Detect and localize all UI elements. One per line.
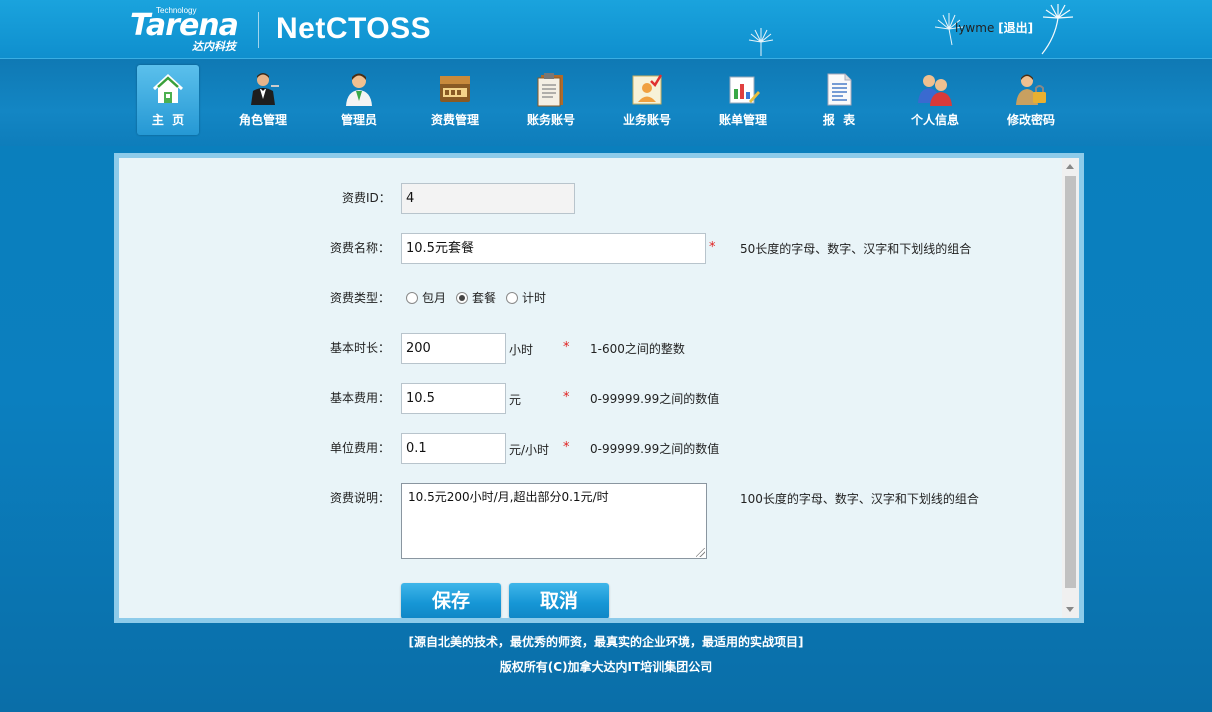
scroll-down-arrow-icon[interactable] bbox=[1066, 607, 1074, 612]
base-duration-label: 基本时长： bbox=[330, 341, 391, 355]
nav-item-reports[interactable]: 报 表 bbox=[808, 65, 870, 135]
home-icon bbox=[152, 73, 184, 103]
radio-package-label[interactable]: 套餐 bbox=[472, 289, 496, 306]
main-nav: 主 页 角色管理 管理员 资费管理 账务账号 业务账号 账单管理 报 表 个人信… bbox=[0, 58, 1212, 146]
unit-cost-input[interactable]: 0.1 bbox=[401, 433, 506, 464]
nav-item-label: 账务账号 bbox=[526, 113, 575, 127]
content-frame: 资费ID： 4 资费名称： 10.5元套餐 * 50长度的字母、数字、汉字和下划… bbox=[114, 153, 1084, 623]
account-book-icon bbox=[537, 73, 563, 107]
required-mark: * bbox=[563, 340, 570, 355]
bill-icon bbox=[729, 76, 760, 104]
radio-package[interactable] bbox=[456, 291, 469, 304]
fee-name-input[interactable]: 10.5元套餐 bbox=[401, 233, 706, 264]
nav-item-home[interactable]: 主 页 bbox=[137, 65, 199, 135]
form-panel: 资费ID： 4 资费名称： 10.5元套餐 * 50长度的字母、数字、汉字和下划… bbox=[119, 158, 1079, 618]
users-icon bbox=[918, 75, 952, 106]
footer-copyright: 版权所有(C)加拿大达内IT培训集团公司 bbox=[499, 660, 713, 674]
required-mark: * bbox=[563, 390, 570, 405]
waiter-icon bbox=[251, 73, 279, 105]
radio-hourly[interactable] bbox=[506, 291, 519, 304]
radio-monthly[interactable] bbox=[406, 291, 418, 304]
required-mark: * bbox=[709, 240, 716, 255]
logo-divider bbox=[258, 12, 259, 48]
description-hint: 100长度的字母、数字、汉字和下划线的组合 bbox=[740, 492, 979, 506]
logout-link[interactable]: [退出] bbox=[998, 21, 1033, 35]
nav-item-profile[interactable]: 个人信息 bbox=[904, 65, 966, 135]
nav-item-service-accounts[interactable]: 业务账号 bbox=[616, 65, 678, 135]
nav-item-label: 个人信息 bbox=[910, 113, 959, 127]
description-text: 10.5元200小时/月,超出部分0.1元/时 bbox=[408, 490, 609, 504]
base-duration-hint: 1-600之间的整数 bbox=[590, 342, 685, 356]
radio-monthly-label[interactable]: 包月 bbox=[422, 289, 446, 306]
unit-cost-hint: 0-99999.99之间的数值 bbox=[590, 442, 720, 456]
nav-item-label: 修改密码 bbox=[1006, 113, 1055, 127]
nav-item-roles[interactable]: 角色管理 bbox=[232, 65, 294, 135]
fee-name-hint: 50长度的字母、数字、汉字和下划线的组合 bbox=[740, 242, 972, 256]
cancel-button[interactable]: 取消 bbox=[509, 583, 609, 618]
fee-type-radio-group: 包月 套餐 计时 bbox=[406, 289, 556, 306]
dandelion-decoration-icon bbox=[748, 28, 774, 56]
user-bar: lywme [退出] bbox=[955, 19, 1033, 36]
description-textarea[interactable]: 10.5元200小时/月,超出部分0.1元/时 bbox=[401, 483, 707, 559]
nav-item-bills[interactable]: 账单管理 bbox=[712, 65, 774, 135]
footer-slogan: [源自北美的技术，最优秀的师资，最真实的企业环境，最适用的实战项目] bbox=[408, 635, 804, 649]
nav-item-label: 业务账号 bbox=[622, 113, 671, 127]
nav-item-label: 角色管理 bbox=[238, 113, 287, 127]
nav-item-label: 报 表 bbox=[822, 113, 856, 127]
scroll-thumb[interactable] bbox=[1065, 176, 1076, 588]
dandelion-decoration-icon bbox=[1041, 4, 1074, 55]
base-duration-unit: 小时 bbox=[509, 343, 534, 357]
required-mark: * bbox=[563, 440, 570, 455]
nav-item-label: 主 页 bbox=[151, 113, 185, 127]
nav-item-label: 账单管理 bbox=[718, 113, 767, 127]
base-duration-input[interactable]: 200 bbox=[401, 333, 506, 364]
report-icon bbox=[827, 73, 852, 106]
fee-id-label: 资费ID： bbox=[342, 191, 391, 205]
unit-cost-unit: 元/小时 bbox=[509, 443, 550, 457]
service-account-icon bbox=[632, 74, 663, 105]
vertical-scrollbar[interactable] bbox=[1062, 158, 1079, 618]
base-cost-input[interactable]: 10.5 bbox=[401, 383, 506, 414]
nav-item-label: 资费管理 bbox=[430, 113, 479, 127]
fee-name-label: 资费名称： bbox=[330, 241, 391, 255]
nav-item-label: 管理员 bbox=[340, 113, 377, 127]
nav-item-admins[interactable]: 管理员 bbox=[328, 65, 390, 135]
scroll-up-arrow-icon[interactable] bbox=[1066, 164, 1074, 169]
radio-hourly-label[interactable]: 计时 bbox=[522, 289, 546, 306]
nav-item-fees[interactable]: 资费管理 bbox=[424, 65, 486, 135]
save-button[interactable]: 保存 bbox=[401, 583, 501, 618]
description-label: 资费说明： bbox=[330, 491, 391, 505]
base-cost-label: 基本费用： bbox=[330, 391, 391, 405]
fee-id-field: 4 bbox=[401, 183, 575, 214]
logo-subtitle: 达内科技 bbox=[192, 40, 236, 53]
fee-card-icon bbox=[440, 76, 470, 102]
base-cost-hint: 0-99999.99之间的数值 bbox=[590, 392, 720, 406]
lock-user-icon bbox=[1016, 74, 1046, 105]
unit-cost-label: 单位费用： bbox=[330, 441, 391, 455]
header: Technology Tarena 达内科技 NetCTOSS lywme [退… bbox=[0, 0, 1212, 58]
base-cost-unit: 元 bbox=[509, 393, 522, 407]
username: lywme bbox=[955, 21, 995, 35]
nav-item-billing-accounts[interactable]: 账务账号 bbox=[520, 65, 582, 135]
admin-user-icon bbox=[346, 73, 372, 106]
nav-item-change-password[interactable]: 修改密码 bbox=[1000, 65, 1062, 135]
app-name: NetCTOSS bbox=[276, 12, 432, 45]
resize-grip-icon[interactable] bbox=[696, 548, 705, 557]
fee-type-label: 资费类型： bbox=[330, 291, 391, 305]
